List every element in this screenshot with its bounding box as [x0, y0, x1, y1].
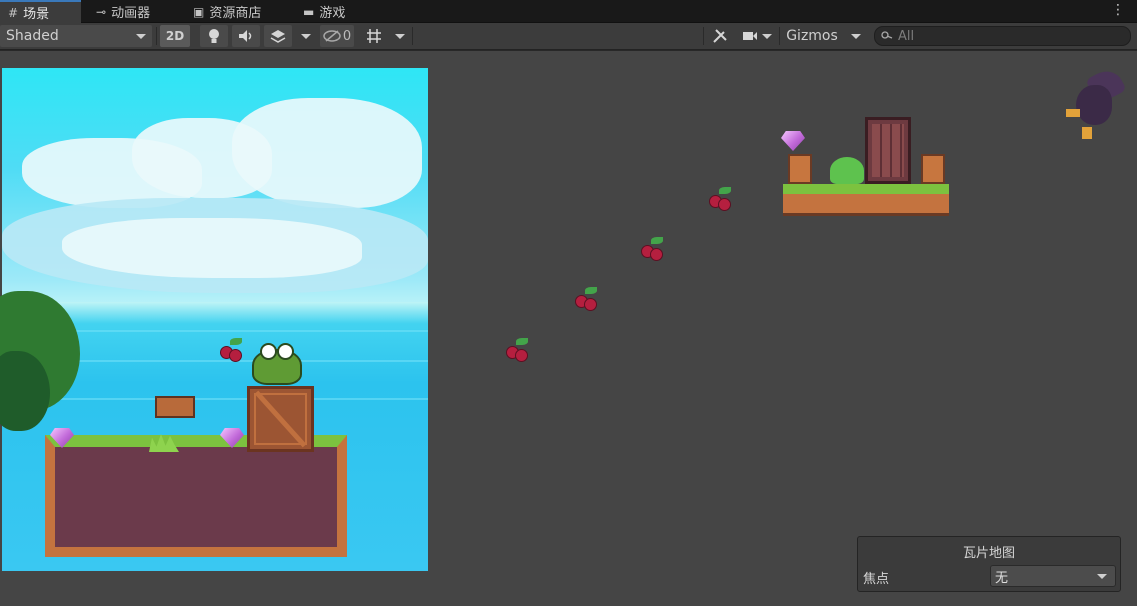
chevron-down-icon: [301, 33, 311, 39]
cherry-pickup: [220, 338, 242, 362]
tab-label: 资源商店: [209, 6, 262, 21]
camera-icon: [743, 32, 757, 40]
gizmos-label: Gizmos: [786, 28, 838, 44]
cloud: [62, 218, 362, 278]
ground-tilemap: [45, 435, 347, 557]
floating-platform: [783, 184, 949, 216]
camera-settings-dropdown[interactable]: [738, 25, 776, 47]
audio-toggle[interactable]: [232, 25, 260, 47]
toggle-2d-label: 2D: [165, 29, 185, 43]
effects-dropdown[interactable]: [296, 25, 316, 47]
hidden-count: 0: [342, 28, 352, 44]
chevron-down-icon: [136, 33, 146, 39]
toolbar-divider: [156, 27, 157, 45]
toggle-2d-button[interactable]: 2D: [160, 25, 190, 47]
toolbar-divider: [703, 27, 704, 45]
tab-animator[interactable]: ⊸ 动画器: [88, 0, 158, 23]
bush-decoration: [830, 157, 864, 184]
grid-snap-toggle[interactable]: [362, 25, 386, 47]
lightbulb-icon: [209, 29, 219, 43]
shading-mode-label: Shaded: [6, 28, 59, 44]
grid-snap-dropdown[interactable]: [390, 25, 410, 47]
focus-label: 焦点: [863, 572, 890, 587]
cherry-pickup: [506, 338, 528, 362]
eagle-enemy: [1062, 65, 1127, 143]
tab-scene[interactable]: # 场景: [0, 0, 81, 23]
tilemap-overlay-panel: 瓦片地图 焦点 无: [857, 536, 1121, 592]
eye-slash-icon: [323, 30, 341, 42]
animator-icon: ⊸: [96, 4, 107, 19]
bag-icon: ▣: [193, 4, 205, 19]
tools-toggle[interactable]: [708, 25, 732, 47]
lighting-toggle[interactable]: [200, 25, 228, 47]
search-icon: [881, 31, 893, 39]
cherry-pickup: [641, 237, 663, 261]
gamepad-icon: ▬: [303, 4, 315, 19]
more-options-icon[interactable]: ⋮: [1111, 2, 1125, 19]
chevron-down-icon: [395, 33, 405, 39]
tab-label: 场景: [23, 7, 50, 22]
scene-view[interactable]: [0, 51, 1137, 606]
cherry-pickup: [709, 187, 731, 211]
scene-toolbar: Shaded 2D 0 Gizmos All: [0, 23, 1137, 50]
speaker-icon: [239, 30, 252, 42]
shading-mode-dropdown[interactable]: Shaded: [0, 25, 152, 47]
effects-toggle[interactable]: [264, 25, 292, 47]
cloud: [232, 98, 422, 208]
tab-asset-store[interactable]: ▣ 资源商店: [185, 0, 269, 23]
layers-icon: [270, 30, 286, 43]
tree-stump: [921, 154, 945, 184]
frog-player: [252, 343, 302, 385]
gizmos-button[interactable]: Gizmos: [782, 25, 842, 47]
sign-post: [155, 396, 195, 418]
chevron-down-icon: [762, 33, 772, 39]
tree-stump: [788, 154, 812, 184]
toolbar-divider: [412, 27, 413, 45]
grid-icon: #: [8, 5, 19, 20]
focus-value: 无: [995, 570, 1009, 586]
tab-label: 动画器: [111, 6, 151, 21]
focus-dropdown[interactable]: 无: [990, 565, 1116, 587]
overlay-title: 瓦片地图: [962, 546, 1015, 561]
tools-icon: [713, 29, 727, 43]
gem-pickup: [781, 131, 805, 151]
wave-line: [2, 398, 428, 400]
tab-game[interactable]: ▬ 游戏: [295, 0, 353, 23]
search-placeholder: All: [898, 28, 915, 44]
toolbar-divider: [779, 27, 780, 45]
exit-door: [865, 117, 911, 184]
chevron-down-icon: [1097, 573, 1107, 579]
gizmos-dropdown[interactable]: [846, 25, 866, 47]
chevron-down-icon: [851, 33, 861, 39]
cherry-pickup: [575, 287, 597, 311]
editor-tab-bar: # 场景 ⊸ 动画器 ▣ 资源商店 ▬ 游戏 ⋮: [0, 0, 1137, 23]
grid-snap-icon: [367, 29, 381, 43]
wooden-crate: [247, 386, 314, 452]
tab-label: 游戏: [319, 6, 346, 21]
hidden-objects-toggle[interactable]: 0: [320, 25, 354, 47]
search-input[interactable]: All: [874, 26, 1131, 46]
